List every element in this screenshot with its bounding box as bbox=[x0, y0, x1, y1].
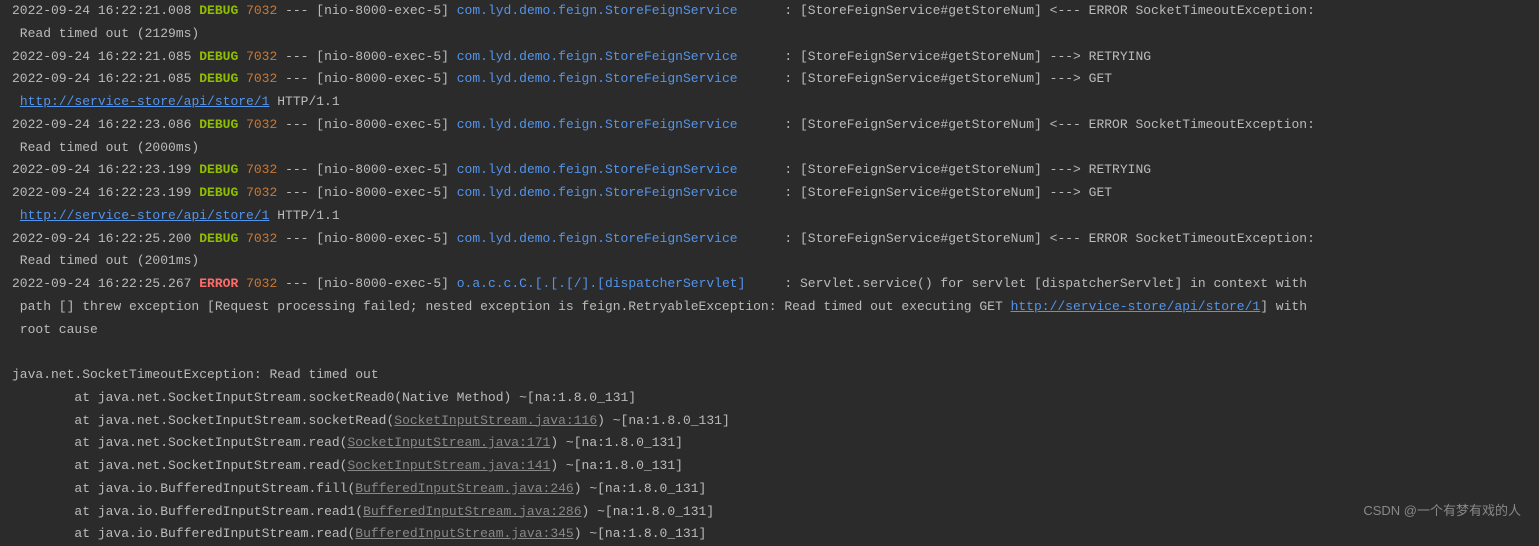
stack-frame: at java.net.SocketInputStream.socketRead… bbox=[12, 387, 1527, 410]
logger: com.lyd.demo.feign.StoreFeignService bbox=[457, 162, 769, 177]
thread: [nio-8000-exec-5] bbox=[316, 185, 456, 200]
logger: com.lyd.demo.feign.StoreFeignService bbox=[457, 185, 769, 200]
pid: 7032 bbox=[246, 276, 277, 291]
logger: com.lyd.demo.feign.StoreFeignService bbox=[457, 71, 769, 86]
log-entry: 2022-09-24 16:22:25.267 ERROR 7032 --- [… bbox=[12, 273, 1527, 296]
source-link[interactable]: SocketInputStream.java:171 bbox=[347, 435, 550, 450]
timestamp: 2022-09-24 16:22:21.085 bbox=[12, 71, 199, 86]
stack-frame: at java.io.BufferedInputStream.read(Buff… bbox=[12, 523, 1527, 546]
log-entry-continuation: Read timed out (2000ms) bbox=[12, 137, 1527, 160]
log-entry: 2022-09-24 16:22:21.085 DEBUG 7032 --- [… bbox=[12, 68, 1527, 91]
thread: [nio-8000-exec-5] bbox=[316, 49, 456, 64]
message: : [StoreFeignService#getStoreNum] <--- E… bbox=[769, 231, 1315, 246]
pid: 7032 bbox=[246, 117, 277, 132]
timestamp: 2022-09-24 16:22:21.008 bbox=[12, 3, 199, 18]
logger: o.a.c.c.C.[.[.[/].[dispatcherServlet] bbox=[457, 276, 769, 291]
separator: --- bbox=[277, 162, 316, 177]
message: : Servlet.service() for servlet [dispatc… bbox=[769, 276, 1307, 291]
log-entry: 2022-09-24 16:22:23.199 DEBUG 7032 --- [… bbox=[12, 159, 1527, 182]
log-entry-continuation: http://service-store/api/store/1 HTTP/1.… bbox=[12, 205, 1527, 228]
separator: --- bbox=[277, 117, 316, 132]
stack-frame: at java.io.BufferedInputStream.read1(Buf… bbox=[12, 501, 1527, 524]
thread: [nio-8000-exec-5] bbox=[316, 3, 456, 18]
pid: 7032 bbox=[246, 185, 277, 200]
exception-header: java.net.SocketTimeoutException: Read ti… bbox=[12, 364, 1527, 387]
log-level: DEBUG bbox=[199, 231, 238, 246]
source-link[interactable]: BufferedInputStream.java:345 bbox=[355, 526, 573, 541]
url-link[interactable]: http://service-store/api/store/1 bbox=[20, 208, 270, 223]
log-entry-continuation: http://service-store/api/store/1 HTTP/1.… bbox=[12, 91, 1527, 114]
pid: 7032 bbox=[246, 162, 277, 177]
log-entry: 2022-09-24 16:22:21.008 DEBUG 7032 --- [… bbox=[12, 0, 1527, 23]
timestamp: 2022-09-24 16:22:23.199 bbox=[12, 162, 199, 177]
log-entry-continuation: path [] threw exception [Request process… bbox=[12, 296, 1527, 319]
source-link[interactable]: BufferedInputStream.java:286 bbox=[363, 504, 581, 519]
message: : [StoreFeignService#getStoreNum] ---> G… bbox=[769, 185, 1112, 200]
separator: --- bbox=[277, 185, 316, 200]
logger: com.lyd.demo.feign.StoreFeignService bbox=[457, 3, 769, 18]
stack-frame: at java.io.BufferedInputStream.fill(Buff… bbox=[12, 478, 1527, 501]
separator: --- bbox=[277, 231, 316, 246]
log-level: DEBUG bbox=[199, 162, 238, 177]
pid: 7032 bbox=[246, 71, 277, 86]
source-link[interactable]: SocketInputStream.java:141 bbox=[347, 458, 550, 473]
log-level: DEBUG bbox=[199, 185, 238, 200]
log-entry: 2022-09-24 16:22:23.199 DEBUG 7032 --- [… bbox=[12, 182, 1527, 205]
source-link[interactable]: SocketInputStream.java:116 bbox=[394, 413, 597, 428]
log-entry-continuation: Read timed out (2001ms) bbox=[12, 250, 1527, 273]
log-entry: 2022-09-24 16:22:25.200 DEBUG 7032 --- [… bbox=[12, 228, 1527, 251]
timestamp: 2022-09-24 16:22:23.199 bbox=[12, 185, 199, 200]
timestamp: 2022-09-24 16:22:23.086 bbox=[12, 117, 199, 132]
url-link[interactable]: http://service-store/api/store/1 bbox=[1011, 299, 1261, 314]
log-level: DEBUG bbox=[199, 3, 238, 18]
pid: 7032 bbox=[246, 3, 277, 18]
logger: com.lyd.demo.feign.StoreFeignService bbox=[457, 231, 769, 246]
separator: --- bbox=[277, 276, 316, 291]
log-entry: 2022-09-24 16:22:23.086 DEBUG 7032 --- [… bbox=[12, 114, 1527, 137]
pid: 7032 bbox=[246, 49, 277, 64]
log-entry-continuation: Read timed out (2129ms) bbox=[12, 23, 1527, 46]
message: : [StoreFeignService#getStoreNum] ---> R… bbox=[769, 49, 1151, 64]
separator: --- bbox=[277, 3, 316, 18]
separator: --- bbox=[277, 49, 316, 64]
stack-frame: at java.net.SocketInputStream.socketRead… bbox=[12, 410, 1527, 433]
timestamp: 2022-09-24 16:22:25.200 bbox=[12, 231, 199, 246]
log-console[interactable]: 2022-09-24 16:22:21.008 DEBUG 7032 --- [… bbox=[0, 0, 1539, 546]
message: : [StoreFeignService#getStoreNum] ---> G… bbox=[769, 71, 1112, 86]
separator: --- bbox=[277, 71, 316, 86]
stack-frame: at java.net.SocketInputStream.read(Socke… bbox=[12, 432, 1527, 455]
log-entry-continuation: root cause bbox=[12, 319, 1527, 342]
thread: [nio-8000-exec-5] bbox=[316, 117, 456, 132]
log-entry: 2022-09-24 16:22:21.085 DEBUG 7032 --- [… bbox=[12, 46, 1527, 69]
thread: [nio-8000-exec-5] bbox=[316, 276, 456, 291]
log-level: DEBUG bbox=[199, 49, 238, 64]
logger: com.lyd.demo.feign.StoreFeignService bbox=[457, 49, 769, 64]
thread: [nio-8000-exec-5] bbox=[316, 71, 456, 86]
blank-line bbox=[12, 341, 1527, 364]
message: : [StoreFeignService#getStoreNum] <--- E… bbox=[769, 117, 1315, 132]
thread: [nio-8000-exec-5] bbox=[316, 231, 456, 246]
message: : [StoreFeignService#getStoreNum] ---> R… bbox=[769, 162, 1151, 177]
log-level: DEBUG bbox=[199, 117, 238, 132]
thread: [nio-8000-exec-5] bbox=[316, 162, 456, 177]
logger: com.lyd.demo.feign.StoreFeignService bbox=[457, 117, 769, 132]
timestamp: 2022-09-24 16:22:21.085 bbox=[12, 49, 199, 64]
url-link[interactable]: http://service-store/api/store/1 bbox=[20, 94, 270, 109]
stack-frame: at java.net.SocketInputStream.read(Socke… bbox=[12, 455, 1527, 478]
log-level: DEBUG bbox=[199, 71, 238, 86]
log-level: ERROR bbox=[199, 276, 238, 291]
timestamp: 2022-09-24 16:22:25.267 bbox=[12, 276, 199, 291]
message: : [StoreFeignService#getStoreNum] <--- E… bbox=[769, 3, 1315, 18]
source-link[interactable]: BufferedInputStream.java:246 bbox=[355, 481, 573, 496]
pid: 7032 bbox=[246, 231, 277, 246]
